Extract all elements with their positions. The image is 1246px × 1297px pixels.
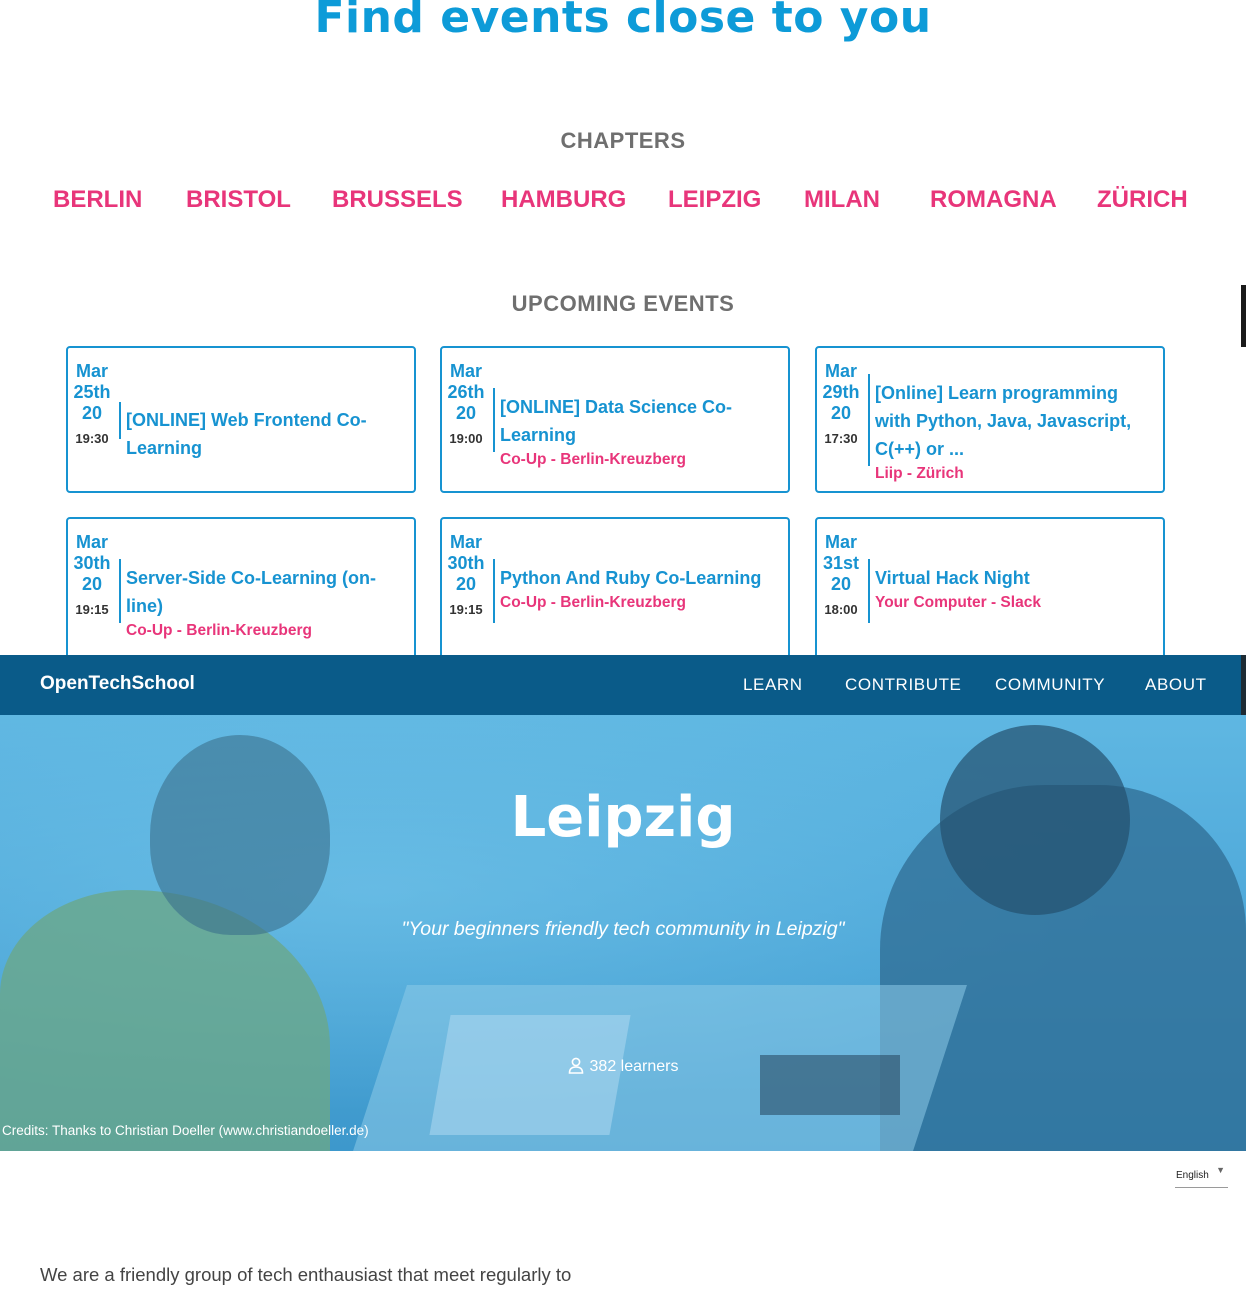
chapter-link-milan[interactable]: MILAN (804, 186, 880, 214)
event-name[interactable]: [ONLINE] Web Frontend Co-Learning (126, 406, 406, 462)
event-date: Mar 26th 20 (442, 361, 490, 424)
photo-credits: Credits: Thanks to Christian Doeller (ww… (2, 1123, 369, 1138)
event-date: Mar 25th 20 (68, 361, 116, 424)
event-date: Mar 30th 20 (68, 532, 116, 595)
event-card[interactable]: Mar 26th 20 19:00 [ONLINE] Data Science … (440, 346, 790, 493)
chapter-link-zurich[interactable]: ZÜRICH (1097, 186, 1188, 214)
event-venue: Co-Up - Berlin-Kreuzberg (500, 594, 686, 611)
chapter-link-berlin[interactable]: BERLIN (53, 186, 142, 214)
event-date: Mar 30th 20 (442, 532, 490, 595)
event-info: [Online] Learn programming with Python, … (875, 379, 1155, 485)
event-year: 20 (830, 574, 852, 594)
event-divider (493, 388, 495, 452)
event-month: Mar (75, 361, 108, 381)
find-events-title: Find events close to you (314, 0, 932, 43)
event-name[interactable]: [ONLINE] Data Science Co-Learning (500, 393, 780, 449)
language-selected-value: English (1176, 1170, 1209, 1181)
event-time: 19:15 (449, 602, 483, 617)
brand-logo-link[interactable]: OpenTechSchool (40, 673, 195, 695)
event-name[interactable]: Virtual Hack Night (875, 564, 1155, 592)
top-navbar: OpenTechSchool LEARN CONTRIBUTE COMMUNIT… (0, 655, 1246, 737)
event-date: Mar 31st 20 (817, 532, 865, 595)
hero-tagline: "Your beginners friendly tech community … (401, 918, 845, 940)
events-section: Find events close to you CHAPTERS BERLIN… (0, 0, 1246, 655)
chapter-link-romagna[interactable]: ROMAGNA (930, 186, 1057, 214)
event-divider (868, 374, 870, 466)
event-year: 20 (81, 403, 103, 423)
person-icon (568, 1057, 583, 1074)
event-day: 31st (822, 553, 860, 573)
event-month: Mar (449, 361, 482, 381)
learners-count-text: 382 learners (589, 1058, 679, 1075)
event-year: 20 (455, 403, 477, 423)
event-time: 17:30 (824, 431, 858, 446)
nav-learn[interactable]: LEARN (743, 675, 803, 695)
event-info: [ONLINE] Data Science Co-Learning Co-Up … (500, 393, 780, 471)
event-year: 20 (81, 574, 103, 594)
intro-paragraph: We are a friendly group of tech enthausi… (40, 1264, 572, 1285)
nav-contribute[interactable]: CONTRIBUTE (845, 675, 962, 695)
event-name[interactable]: Server-Side Co-Learning (on-line) (126, 564, 406, 620)
chapter-link-leipzig[interactable]: LEIPZIG (668, 186, 761, 214)
event-venue: Co-Up - Berlin-Kreuzberg (126, 622, 312, 639)
chapter-link-bristol[interactable]: BRISTOL (186, 186, 291, 214)
event-year: 20 (455, 574, 477, 594)
event-day: 26th (447, 382, 485, 402)
event-venue: Liip - Zürich (875, 465, 964, 482)
event-divider (119, 402, 121, 439)
event-venue: Your Computer - Slack (875, 594, 1041, 611)
event-month: Mar (449, 532, 482, 552)
event-info: [ONLINE] Web Frontend Co-Learning (126, 406, 406, 462)
chapters-heading: CHAPTERS (560, 128, 686, 153)
event-divider (119, 559, 121, 623)
event-time: 18:00 (824, 602, 858, 617)
event-month: Mar (824, 361, 857, 381)
event-date: Mar 29th 20 (817, 361, 865, 424)
event-divider (868, 559, 870, 623)
learners-count: 382 learners (0, 1057, 1246, 1076)
hero-banner: Leipzig "Your beginners friendly tech co… (0, 715, 1246, 1151)
event-name[interactable]: Python And Ruby Co-Learning (500, 564, 780, 592)
event-card[interactable]: Mar 25th 20 19:30 [ONLINE] Web Frontend … (66, 346, 416, 493)
event-info: Python And Ruby Co-Learning Co-Up - Berl… (500, 564, 780, 614)
event-card[interactable]: Mar 30th 20 19:15 Python And Ruby Co-Lea… (440, 517, 790, 655)
event-card[interactable]: Mar 31st 20 18:00 Virtual Hack Night You… (815, 517, 1165, 655)
event-day: 30th (73, 553, 111, 573)
event-card[interactable]: Mar 30th 20 19:15 Server-Side Co-Learnin… (66, 517, 416, 655)
chapter-link-brussels[interactable]: BRUSSELS (332, 186, 463, 214)
event-day: 29th (822, 382, 860, 402)
chapter-list: BERLIN BRISTOL BRUSSELS HAMBURG LEIPZIG … (0, 186, 1246, 220)
event-time: 19:00 (449, 431, 483, 446)
event-time: 19:30 (75, 431, 109, 446)
event-time: 19:15 (75, 602, 109, 617)
nav-community[interactable]: COMMUNITY (995, 675, 1105, 695)
event-card[interactable]: Mar 29th 20 17:30 [Online] Learn program… (815, 346, 1165, 493)
event-year: 20 (830, 403, 852, 423)
event-divider (493, 559, 495, 623)
event-day: 25th (73, 382, 111, 402)
event-name[interactable]: [Online] Learn programming with Python, … (875, 379, 1155, 463)
event-info: Server-Side Co-Learning (on-line) Co-Up … (126, 564, 406, 642)
upcoming-events-heading: UPCOMING EVENTS (511, 291, 735, 316)
event-month: Mar (75, 532, 108, 552)
scrollbar-thumb[interactable] (1241, 285, 1246, 347)
event-venue: Co-Up - Berlin-Kreuzberg (500, 451, 686, 468)
language-select[interactable]: English ▼ (1175, 1162, 1228, 1188)
nav-about[interactable]: ABOUT (1145, 675, 1207, 695)
caret-down-icon: ▼ (1216, 1165, 1225, 1175)
event-info: Virtual Hack Night Your Computer - Slack (875, 564, 1155, 614)
hero-title: Leipzig (510, 785, 736, 850)
event-day: 30th (447, 553, 485, 573)
event-month: Mar (824, 532, 857, 552)
chapter-link-hamburg[interactable]: HAMBURG (501, 186, 626, 214)
